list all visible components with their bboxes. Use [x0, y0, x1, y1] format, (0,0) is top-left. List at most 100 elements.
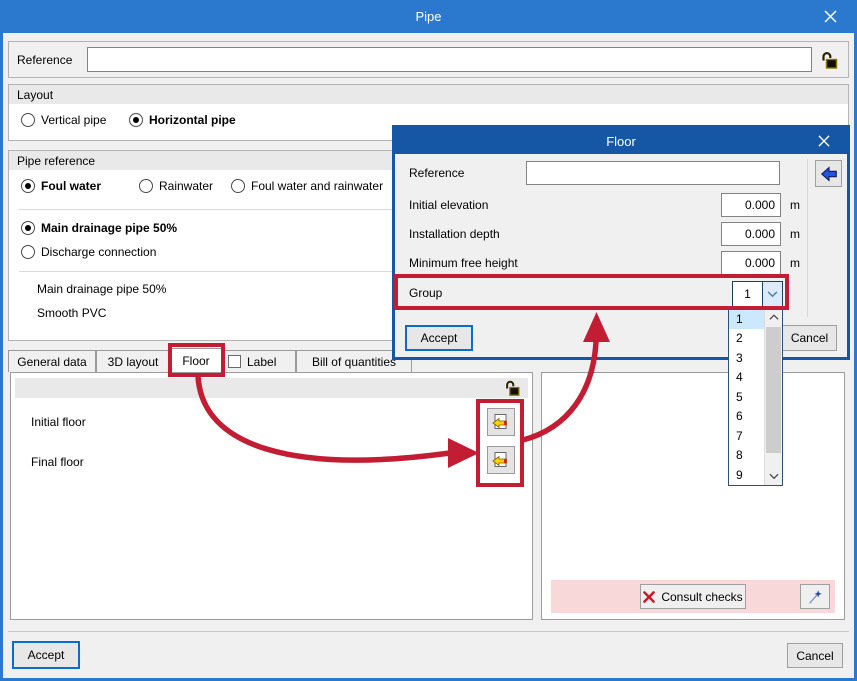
reference-label: Reference	[17, 52, 73, 67]
floor-panel-header	[15, 378, 528, 398]
accept-label: Accept	[420, 331, 458, 345]
cancel-label: Cancel	[790, 331, 829, 345]
group-label: Group	[409, 286, 443, 300]
reference-row: Reference	[8, 41, 849, 78]
main-close-button[interactable]	[813, 0, 847, 33]
floor-reference-label: Reference	[409, 166, 465, 180]
tab-floor[interactable]: Floor	[170, 348, 222, 372]
tab-strip: General data 3D layout Floor Label Bill …	[8, 348, 412, 372]
radio-icon	[21, 245, 35, 259]
tab-label: Floor	[182, 353, 210, 368]
group-dropdown-list: 1 2 3 4 5 6 7 8 9	[728, 308, 783, 486]
tab-label: 3D layout	[107, 354, 159, 369]
final-floor-label: Final floor	[31, 455, 84, 469]
installation-depth-label: Installation depth	[409, 227, 500, 241]
radio-icon	[21, 179, 35, 193]
cancel-label: Cancel	[796, 648, 834, 663]
dropdown-option-4[interactable]: 4	[729, 368, 764, 388]
initial-elevation-input[interactable]	[721, 193, 781, 217]
auto-fix-button[interactable]	[800, 584, 830, 609]
select-floor-icon	[492, 414, 507, 429]
dropdown-scrollbar[interactable]	[764, 309, 782, 485]
bottom-separator	[8, 631, 849, 632]
radio-label: Horizontal pipe	[149, 113, 236, 127]
close-icon	[823, 10, 837, 23]
tab-label: Bill of quantities	[311, 354, 397, 369]
back-button[interactable]	[815, 160, 842, 187]
pipe-reference-group-title: Pipe reference	[17, 153, 96, 168]
initial-floor-label: Initial floor	[31, 415, 86, 429]
reference-input[interactable]	[87, 47, 812, 72]
main-cancel-button[interactable]: Cancel	[787, 643, 843, 668]
dropdown-option-2[interactable]: 2	[729, 329, 764, 349]
checks-panel: Consult checks	[541, 372, 845, 620]
main-accept-button[interactable]: Accept	[12, 641, 80, 669]
dropdown-option-6[interactable]: 6	[729, 407, 764, 427]
radio-foul-water[interactable]: Foul water	[21, 179, 101, 193]
layout-group-header: Layout	[9, 85, 848, 104]
unit-label: m	[790, 198, 800, 212]
radio-discharge-connection[interactable]: Discharge connection	[21, 245, 156, 259]
tab-general-data[interactable]: General data	[8, 350, 96, 372]
floor-titlebar[interactable]: Floor	[395, 128, 847, 154]
radio-label: Foul water and rainwater	[251, 179, 384, 193]
group-dropdown-button[interactable]	[762, 282, 782, 306]
radio-foul-and-rainwater[interactable]: Foul water and rainwater	[231, 179, 383, 193]
dropdown-option-8[interactable]: 8	[729, 446, 764, 466]
dropdown-option-9[interactable]: 9	[729, 465, 764, 485]
scrollbar-thumb[interactable]	[766, 327, 781, 453]
radio-main-drainage-pipe[interactable]: Main drainage pipe 50%	[21, 221, 177, 235]
consult-checks-label: Consult checks	[661, 589, 743, 604]
dropdown-option-1[interactable]: 1	[729, 309, 764, 329]
dropdown-option-7[interactable]: 7	[729, 426, 764, 446]
radio-horizontal-pipe[interactable]: Horizontal pipe	[129, 113, 236, 127]
radio-label: Foul water	[41, 179, 102, 193]
checks-strip: Consult checks	[551, 580, 835, 613]
radio-icon	[231, 179, 245, 193]
summary-line-2: Smooth PVC	[37, 306, 107, 320]
radio-icon	[129, 113, 143, 127]
unit-label: m	[790, 256, 800, 270]
floor-tab-panel: Initial floor Final floor	[10, 372, 533, 620]
radio-rainwater[interactable]: Rainwater	[139, 179, 213, 193]
tab-label-tab[interactable]: Label	[222, 350, 296, 372]
floor-reference-input[interactable]	[526, 161, 780, 185]
blue-back-arrow-icon	[820, 165, 837, 182]
installation-depth-input[interactable]	[721, 222, 781, 246]
final-floor-pick-button[interactable]	[487, 446, 515, 474]
layout-group-title: Layout	[17, 87, 54, 102]
floor-close-button[interactable]	[809, 128, 839, 154]
initial-floor-pick-button[interactable]	[487, 408, 515, 436]
radio-label: Rainwater	[159, 179, 214, 193]
scroll-down-button[interactable]	[765, 468, 782, 485]
close-icon	[818, 135, 830, 147]
floor-cancel-button[interactable]: Cancel	[782, 325, 837, 351]
radio-vertical-pipe[interactable]: Vertical pipe	[21, 113, 106, 127]
floor-title: Floor	[606, 133, 636, 149]
scroll-up-button[interactable]	[765, 309, 782, 326]
radio-icon	[139, 179, 153, 193]
unit-label: m	[790, 227, 800, 241]
floor-accept-button[interactable]: Accept	[405, 325, 473, 351]
main-title: Pipe	[415, 9, 442, 24]
consult-checks-button[interactable]: Consult checks	[640, 584, 746, 609]
dropdown-option-5[interactable]: 5	[729, 387, 764, 407]
chevron-down-icon	[767, 290, 778, 297]
dropdown-option-3[interactable]: 3	[729, 348, 764, 368]
chevron-down-icon	[768, 473, 779, 480]
tab-3d-layout[interactable]: 3D layout	[96, 350, 170, 372]
minimum-free-height-input[interactable]	[721, 251, 781, 275]
radio-label: Discharge connection	[41, 245, 157, 259]
pipe-dialog: Pipe Reference Layout Vertical pipe Hori…	[0, 0, 857, 681]
initial-elevation-label: Initial elevation	[409, 198, 489, 212]
radio-icon	[21, 221, 35, 235]
main-titlebar[interactable]: Pipe	[0, 0, 857, 33]
chevron-up-icon	[768, 314, 779, 320]
wand-icon	[809, 589, 822, 604]
radio-label: Main drainage pipe 50%	[41, 221, 178, 235]
radio-label: Vertical pipe	[41, 113, 107, 127]
group-combobox[interactable]: 1	[732, 281, 783, 307]
label-checkbox[interactable]	[228, 355, 241, 368]
tab-label: General data	[17, 354, 87, 369]
select-floor-icon	[492, 452, 507, 467]
